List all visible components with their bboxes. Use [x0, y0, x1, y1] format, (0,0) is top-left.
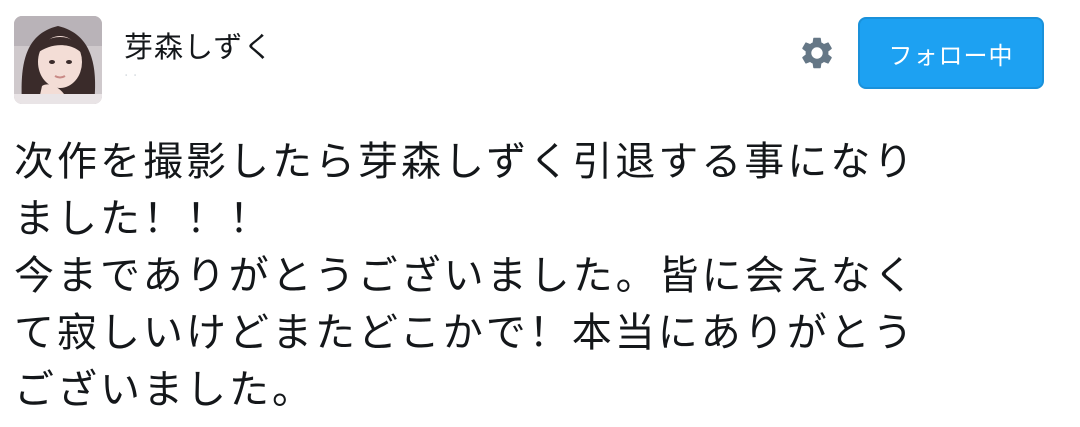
following-button[interactable]: フォロー中	[858, 17, 1044, 89]
screen-name[interactable]: · ·	[124, 68, 137, 84]
tweet-text-line: ました！！！	[14, 196, 272, 242]
display-name[interactable]: 芽森しずく	[124, 24, 273, 66]
tweet-text-line: 今までありがとうございました。皆に会えなく	[14, 253, 917, 299]
tweet-text-line: ございました。	[14, 367, 315, 413]
tweet-header: 芽森しずく · · フォロー中	[0, 0, 1080, 120]
avatar[interactable]	[14, 16, 102, 104]
tweet-text-line: 次作を撮影したら芽森しずく引退する事になり	[14, 139, 917, 185]
gear-icon[interactable]	[798, 34, 836, 72]
tweet-text: 次作を撮影したら芽森しずく引退する事になり ました！！！ 今までありがとうござい…	[14, 134, 1064, 419]
tweet-text-line: て寂しいけどまたどこかで！本当にありがとう	[14, 310, 916, 356]
